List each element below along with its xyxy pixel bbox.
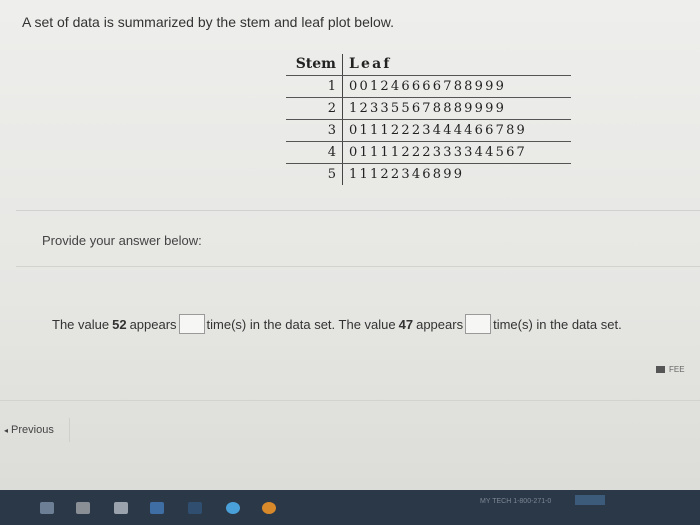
- answer-value-47: 47: [398, 316, 414, 332]
- answer-sentence: The value 52 appears time(s) in the data…: [52, 314, 622, 334]
- stem-leaf-header: Stem Leaf: [286, 54, 571, 76]
- leaf-cell: 11122346899: [349, 167, 465, 182]
- leaf-header: Leaf: [342, 54, 571, 76]
- feedback-icon: [656, 365, 665, 373]
- stem-leaf-row: 2 123355678889999: [286, 97, 571, 120]
- answer-text: appears: [416, 316, 464, 332]
- answer-text: time(s) in the data set. The value: [206, 316, 396, 332]
- question-page: A set of data is summarized by the stem …: [0, 0, 700, 490]
- answer-input-2[interactable]: [465, 314, 492, 334]
- chevron-left-icon: ◂: [4, 425, 9, 435]
- answer-input-1[interactable]: [178, 314, 205, 334]
- stem-cell: 3: [286, 119, 343, 142]
- feedback-label: FEE: [669, 364, 685, 374]
- stem-leaf-row: 3 01112223444466789: [286, 119, 571, 142]
- answer-text: time(s) in the data set.: [493, 316, 622, 332]
- store-icon[interactable]: [76, 502, 90, 514]
- stem-cell: 5: [286, 163, 343, 185]
- feedback-button[interactable]: FEE: [656, 362, 700, 376]
- answer-value-52: 52: [112, 316, 127, 332]
- file-explorer-icon[interactable]: [40, 502, 54, 514]
- app-icon[interactable]: [188, 502, 202, 514]
- mail-icon[interactable]: [114, 502, 128, 514]
- answer-prompt: Provide your answer below:: [42, 233, 202, 248]
- chrome-icon[interactable]: [262, 502, 276, 514]
- section-divider: [16, 210, 700, 211]
- tray-indicator: [575, 495, 605, 505]
- answer-text: appears: [129, 316, 177, 332]
- stem-leaf-row: 1 001246666788999: [286, 75, 571, 98]
- previous-label: Previous: [11, 424, 54, 436]
- app-icon[interactable]: [150, 502, 164, 514]
- stem-leaf-row: 5 11122346899: [286, 163, 571, 185]
- stem-cell: 2: [286, 97, 343, 120]
- leaf-cell: 001246666788999: [342, 75, 571, 98]
- browser-icon[interactable]: [226, 502, 240, 514]
- section-divider: [16, 266, 700, 267]
- question-text: A set of data is summarized by the stem …: [22, 14, 394, 30]
- previous-button[interactable]: ◂ Previous: [0, 418, 70, 442]
- stem-leaf-row: 4 01111222333344567: [286, 141, 571, 164]
- stem-cell: 1: [286, 75, 343, 98]
- leaf-cell: 01112223444466789: [342, 119, 571, 142]
- stem-leaf-plot: Stem Leaf 1 001246666788999 2 1233556788…: [286, 54, 571, 185]
- stem-header: Stem: [286, 54, 343, 76]
- answer-text: The value: [52, 316, 110, 332]
- leaf-cell: 01111222333344567: [342, 141, 571, 164]
- leaf-cell: 123355678889999: [342, 97, 571, 120]
- stem-cell: 4: [286, 141, 343, 164]
- section-divider: [0, 400, 700, 401]
- tray-text: MY TECH 1-800-271-0: [480, 498, 552, 505]
